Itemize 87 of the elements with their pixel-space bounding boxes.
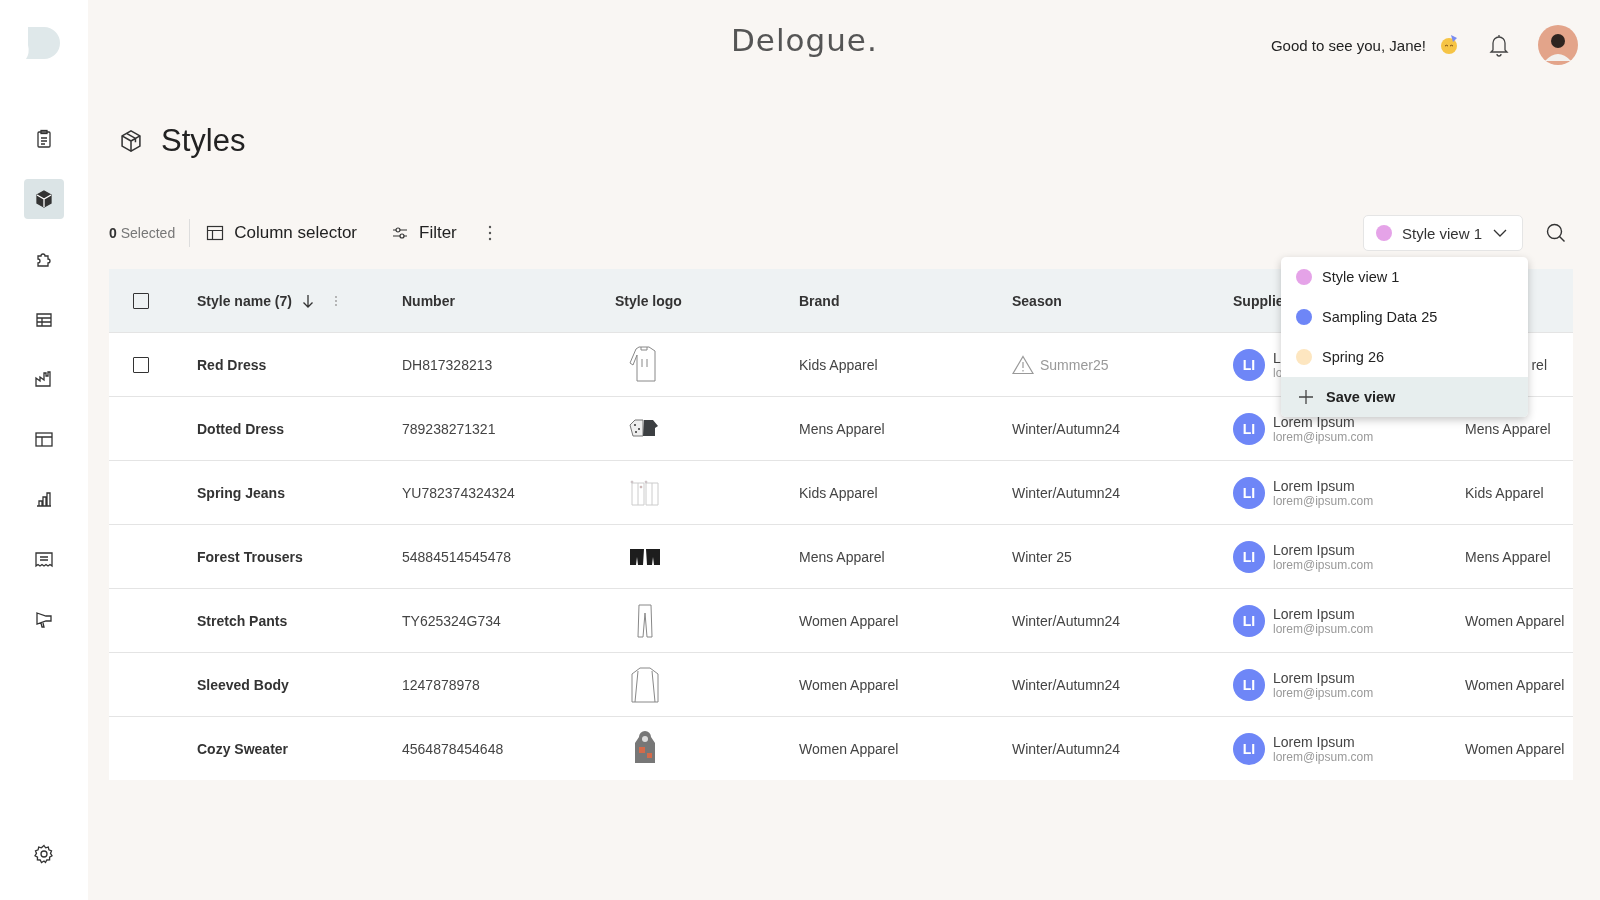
table-cell: 4564878454648	[402, 740, 504, 757]
settings-icon	[33, 843, 55, 865]
style-name[interactable]: Forest Trousers	[197, 548, 303, 565]
table-cell: YU782374324324	[402, 484, 515, 501]
table-cell: Kids Apparel	[1465, 484, 1544, 501]
selected-count: 0 Selected	[109, 225, 176, 241]
table-cell: Winter/Autumn24	[1012, 420, 1121, 437]
box-icon	[33, 188, 55, 210]
supplier-email: lorem@ipsum.com	[1273, 621, 1374, 636]
brand-logo: Delogue.	[731, 22, 878, 58]
column-header[interactable]: Brand	[799, 292, 840, 309]
table-cell: Winter/Autumn24	[1012, 612, 1121, 629]
supplier-email: lorem@ipsum.com	[1273, 429, 1374, 444]
notifications-button[interactable]	[1488, 33, 1510, 57]
supplier-email: lorem@ipsum.com	[1273, 749, 1374, 764]
chevron-down-icon	[1492, 228, 1508, 238]
table-cell: Mens Apparel	[799, 420, 885, 437]
column-header[interactable]: Season	[1012, 292, 1062, 309]
view-option[interactable]: Spring 26	[1322, 349, 1385, 365]
column-selector-button[interactable]: Column selector	[206, 223, 357, 243]
table-cell: Kids Apparel	[799, 484, 878, 501]
row-checkbox[interactable]	[133, 356, 149, 373]
table-cell: Mens Apparel	[799, 548, 885, 565]
supplier-avatar: LI	[1233, 732, 1265, 765]
table-cell: Winter/Autumn24	[1012, 484, 1121, 501]
table-cell: Mens Apparel	[1465, 548, 1551, 565]
bell-icon	[1488, 33, 1510, 57]
supplier-avatar: LI	[1233, 540, 1265, 573]
table-cell: 789238271321	[402, 420, 496, 437]
supplier-avatar: LI	[1233, 668, 1265, 701]
column-header[interactable]: Style logo	[615, 292, 682, 309]
sort-down-icon[interactable]	[301, 293, 314, 308]
table-cell: TY625324G734	[402, 612, 501, 629]
table-cell: 1247878978	[402, 676, 480, 693]
table-cell: Winter 25	[1012, 548, 1072, 565]
search-icon[interactable]	[1545, 222, 1567, 244]
table-icon	[206, 225, 225, 241]
table-cell: Women Apparel	[1465, 676, 1565, 693]
style-name[interactable]: Stretch Pants	[197, 612, 288, 629]
supplier-name: Lorem Ipsum	[1273, 733, 1356, 750]
supplier-email: lorem@ipsum.com	[1273, 557, 1374, 572]
nav-box-button[interactable]	[24, 179, 64, 219]
table-cell: Mens Apparel	[1465, 420, 1551, 437]
supplier-avatar: LI	[1233, 348, 1265, 381]
style-name[interactable]: Red Dress	[197, 356, 267, 373]
table-cell: Kids Apparel	[799, 356, 878, 373]
supplier-name: Lorem Ipsum	[1273, 605, 1356, 622]
table-cell: Women Apparel	[799, 612, 899, 629]
supplier-avatar: LI	[1233, 604, 1265, 637]
supplier-name: Lorem Ipsum	[1273, 541, 1356, 558]
table-cell: Summer25	[1040, 356, 1109, 373]
view-option[interactable]: Sampling Data 25	[1322, 309, 1438, 325]
more-options-icon[interactable]	[486, 224, 493, 242]
table-cell: Women Apparel	[1465, 740, 1565, 757]
column-header[interactable]: Supplie	[1233, 292, 1284, 309]
table-cell: Women Apparel	[799, 740, 899, 757]
select-all-checkbox[interactable]	[133, 292, 149, 309]
filter-icon	[391, 225, 409, 241]
table-cell: Winter/Autumn24	[1012, 676, 1121, 693]
page-title: Styles	[161, 123, 246, 159]
party-face-icon	[1438, 34, 1460, 56]
style-name[interactable]: Cozy Sweater	[197, 740, 289, 757]
table-cell: DH817328213	[402, 356, 493, 373]
view-select-dropdown[interactable]: Style view 1	[1362, 215, 1523, 251]
greeting-text: Good to see you, Jane!	[1270, 36, 1426, 54]
supplier-email: lorem@ipsum.com	[1273, 493, 1374, 508]
user-avatar[interactable]	[1538, 25, 1578, 65]
filter-button[interactable]: Filter	[391, 223, 457, 243]
view-option[interactable]: Style view 1	[1322, 269, 1400, 285]
supplier-name: Lorem Ipsum	[1273, 477, 1356, 494]
style-name[interactable]: Sleeved Body	[197, 676, 289, 693]
supplier-name: Lorem Ipsum	[1273, 669, 1356, 686]
supplier-avatar: LI	[1233, 412, 1265, 445]
supplier-avatar: LI	[1233, 476, 1265, 509]
table-cell: Women Apparel	[799, 676, 899, 693]
column-header[interactable]: Number	[402, 292, 455, 309]
table-cell: rel	[1531, 356, 1547, 373]
column-header[interactable]: Style name (7)	[197, 292, 292, 309]
supplier-name: L	[1273, 349, 1282, 366]
plus-icon	[1298, 389, 1314, 405]
style-name[interactable]: Dotted Dress	[197, 420, 285, 437]
supplier-email: lorem@ipsum.com	[1273, 685, 1374, 700]
save-view-button[interactable]: Save view	[1281, 377, 1528, 417]
table-cell: 54884514545478	[402, 548, 511, 565]
table-cell: Women Apparel	[1465, 612, 1565, 629]
style-name[interactable]: Spring Jeans	[197, 484, 285, 501]
table-cell: Winter/Autumn24	[1012, 740, 1121, 757]
